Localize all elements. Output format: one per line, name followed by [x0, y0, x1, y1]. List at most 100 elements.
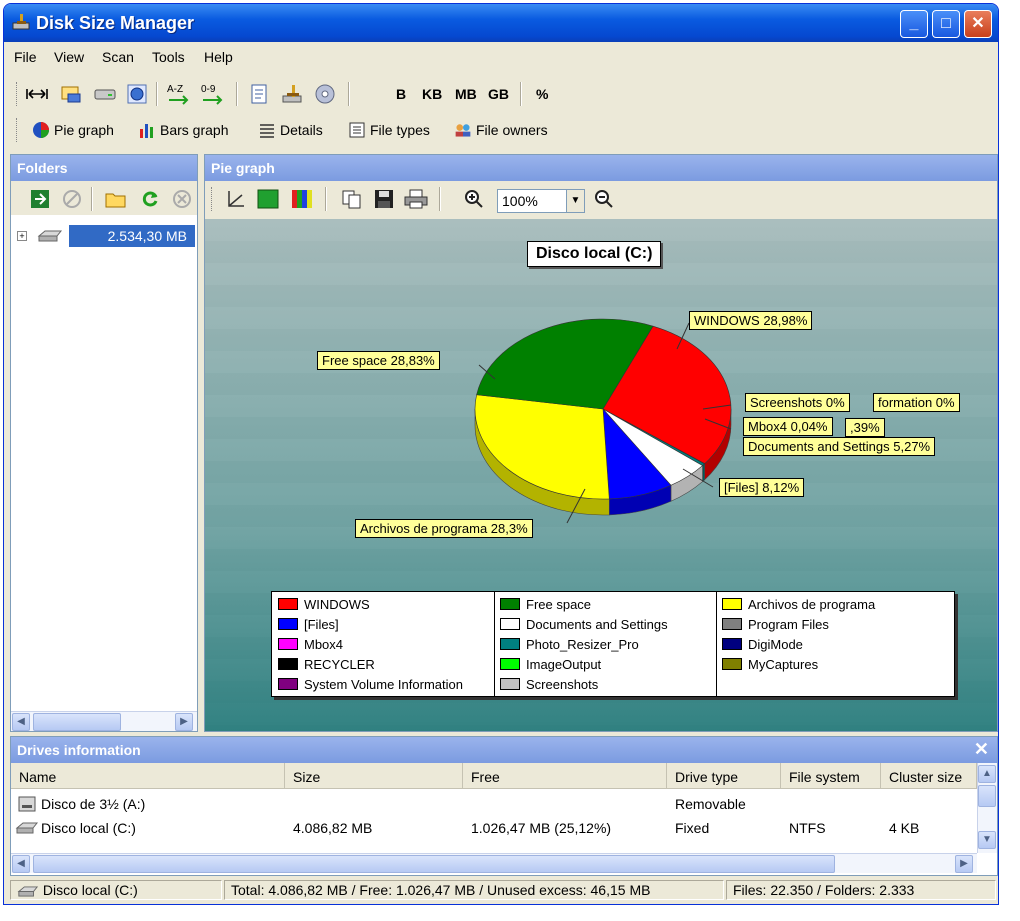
tree-node-label[interactable]: 2.534,30 MB	[69, 225, 195, 247]
print-icon[interactable]	[403, 186, 429, 212]
scrollbar-thumb[interactable]	[33, 713, 121, 731]
legend-item: Archivos de programa	[722, 594, 875, 614]
column-header-drive-type[interactable]: Drive type	[667, 763, 781, 789]
menu-view[interactable]: View	[54, 49, 84, 65]
legend-item: DigiMode	[722, 634, 875, 654]
legend-label: DigiMode	[748, 636, 803, 652]
unit-kb-button[interactable]: KB	[422, 86, 442, 102]
legend-item: Screenshots	[500, 674, 668, 694]
slice-label-free-space: Free space 28,83%	[317, 351, 440, 370]
sort-az-icon[interactable]: A-Z	[164, 81, 194, 107]
scrollbar-thumb[interactable]	[33, 855, 835, 873]
zoom-select[interactable]: 100% ▼	[497, 189, 585, 213]
legend-label: Photo_Resizer_Pro	[526, 636, 639, 652]
table-row[interactable]: Disco de 3½ (A:) Removable	[11, 793, 977, 817]
view-file-types-button[interactable]: File types	[348, 118, 430, 142]
toolbar-grip[interactable]	[16, 82, 19, 106]
scrollbar-thumb[interactable]	[978, 785, 996, 807]
report-icon[interactable]	[246, 81, 272, 107]
copy-icon[interactable]	[339, 186, 365, 212]
scroll-up-icon[interactable]: ▲	[978, 765, 996, 783]
drives-panel: Drives information ✕ Name Size Free Driv…	[10, 736, 998, 876]
percent-button[interactable]: %	[536, 86, 548, 102]
drives-hscrollbar[interactable]: ◀ ▶	[11, 853, 977, 873]
pie-slice-archivos-de-programa[interactable]	[474, 394, 610, 500]
drive-fs: NTFS	[789, 820, 826, 836]
column-header-cluster-size[interactable]: Cluster size	[881, 763, 977, 789]
legend-label: Program Files	[748, 616, 829, 632]
table-row[interactable]: Disco local (C:) 4.086,82 MB 1.026,47 MB…	[11, 817, 977, 841]
toolbar-separator	[156, 82, 158, 106]
palette-icon[interactable]	[289, 186, 315, 212]
drive-type: Removable	[675, 796, 746, 812]
column-header-size[interactable]: Size	[285, 763, 463, 789]
view-file-owners-button[interactable]: File owners	[454, 118, 548, 142]
legend-swatch	[278, 678, 298, 690]
legend-label: Mbox4	[304, 636, 344, 652]
unit-gb-button[interactable]: GB	[488, 86, 509, 102]
legend-item: Program Files	[722, 614, 875, 634]
title-bar[interactable]: Disk Size Manager _ □ ✕	[4, 4, 998, 42]
close-panel-icon[interactable]: ✕	[974, 739, 989, 760]
menu-scan[interactable]: Scan	[102, 49, 134, 65]
hard-drive-icon	[15, 822, 39, 834]
legend-item: Photo_Resizer_Pro	[500, 634, 668, 654]
refresh-globe-icon[interactable]	[124, 81, 150, 107]
settings-disc-icon[interactable]	[312, 81, 338, 107]
scroll-down-icon[interactable]: ▼	[978, 831, 996, 849]
legend-swatch	[278, 598, 298, 610]
drives-vscrollbar[interactable]: ▲ ▼	[977, 763, 997, 853]
go-icon[interactable]	[27, 186, 53, 212]
legend-item: WINDOWS	[278, 594, 463, 614]
drive-name: Disco de 3½ (A:)	[41, 796, 146, 812]
expand-width-icon[interactable]	[24, 81, 50, 107]
zoom-out-icon[interactable]	[591, 186, 617, 212]
scroll-left-icon[interactable]: ◀	[12, 855, 30, 873]
drive-icon[interactable]	[92, 81, 118, 107]
menu-file[interactable]: File	[14, 49, 37, 65]
unit-mb-button[interactable]: MB	[455, 86, 477, 102]
unit-b-button[interactable]: B	[396, 86, 406, 102]
stop-icon[interactable]	[59, 186, 85, 212]
column-header-name[interactable]: Name	[11, 763, 285, 789]
zoom-in-icon[interactable]	[461, 186, 487, 212]
open-folder-icon[interactable]	[103, 186, 129, 212]
view-details-button[interactable]: Details	[258, 118, 323, 142]
maximize-button[interactable]: □	[932, 10, 960, 38]
view-pie-graph-button[interactable]: Pie graph	[32, 118, 114, 142]
expand-icon[interactable]: +	[17, 231, 27, 241]
slice-label-photo-resizer-pro: ,39%	[845, 418, 885, 437]
toolbar-grip[interactable]	[211, 187, 214, 211]
drives-header: Drives information	[11, 737, 997, 763]
menu-tools[interactable]: Tools	[152, 49, 185, 65]
scroll-right-icon[interactable]: ▶	[175, 713, 193, 731]
save-icon[interactable]	[371, 186, 397, 212]
column-header-file-system[interactable]: File system	[781, 763, 881, 789]
folders-hscrollbar[interactable]: ◀ ▶	[11, 711, 197, 731]
svg-text:0-9: 0-9	[201, 84, 216, 95]
refresh-icon[interactable]	[137, 186, 163, 212]
cleanup-icon[interactable]	[280, 81, 306, 107]
menu-help[interactable]: Help	[204, 49, 233, 65]
minimize-button[interactable]: _	[900, 10, 928, 38]
legend-label: [Files]	[304, 616, 339, 632]
background-color-icon[interactable]	[255, 186, 281, 212]
scroll-left-icon[interactable]: ◀	[12, 713, 30, 731]
disk-broom-icon	[12, 14, 30, 30]
toolbar-grip[interactable]	[16, 118, 19, 142]
view-bars-graph-button[interactable]: Bars graph	[138, 118, 228, 142]
legend-item: [Files]	[278, 614, 463, 634]
tree-node-root[interactable]: + 2.534,30 MB	[15, 225, 195, 247]
select-folder-icon[interactable]	[58, 81, 84, 107]
toolbar-separator	[325, 187, 327, 211]
chevron-down-icon[interactable]: ▼	[566, 190, 584, 212]
legend-swatch	[722, 618, 742, 630]
legend-label: WINDOWS	[304, 596, 370, 612]
sort-09-icon[interactable]: 0-9	[198, 81, 228, 107]
axis-icon[interactable]	[223, 186, 249, 212]
column-header-free[interactable]: Free	[463, 763, 667, 789]
window-title: Disk Size Manager	[36, 13, 195, 33]
cancel-icon[interactable]	[169, 186, 195, 212]
scroll-right-icon[interactable]: ▶	[955, 855, 973, 873]
close-button[interactable]: ✕	[964, 10, 992, 38]
